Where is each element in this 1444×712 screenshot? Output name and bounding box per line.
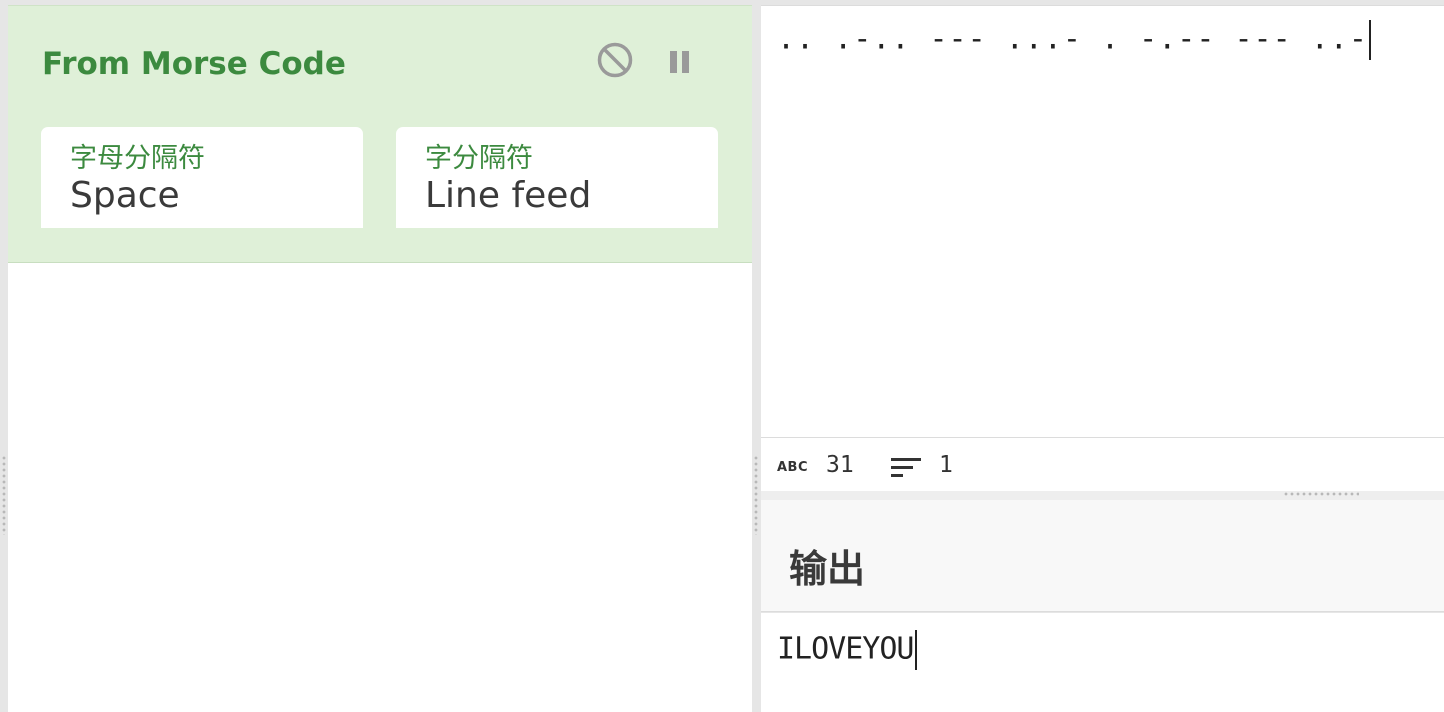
word-delimiter-field[interactable]: 字分隔符 Line feed — [396, 127, 718, 228]
output-text-content: ILOVEYOU — [777, 631, 914, 667]
input-status-bar: ABC 31 1 — [761, 437, 1444, 491]
operation-from-morse-code[interactable]: From Morse Code 字母分隔符 Space 字分隔符 Line fe… — [8, 5, 752, 263]
output-text[interactable]: ILOVEYOU — [777, 630, 917, 670]
input-length: 31 — [826, 452, 854, 478]
input-text[interactable]: .. .-.. --- ...- . -.-- --- ..- — [777, 20, 1371, 60]
word-delimiter-value[interactable]: Line feed — [425, 175, 591, 216]
disable-icon[interactable] — [595, 40, 635, 80]
letter-delimiter-label: 字母分隔符 — [70, 143, 205, 174]
output-caret — [914, 630, 917, 670]
letter-delimiter-value[interactable]: Space — [70, 175, 180, 216]
middle-resize-handle[interactable] — [753, 455, 759, 535]
output-header: 输出 — [761, 500, 1444, 612]
input-lines: 1 — [939, 452, 953, 478]
operation-title: From Morse Code — [42, 46, 346, 82]
recipe-pane: From Morse Code 字母分隔符 Space 字分隔符 Line fe… — [8, 0, 752, 712]
output-editor[interactable]: ILOVEYOU — [761, 613, 1444, 712]
io-divider[interactable] — [761, 491, 1444, 500]
word-delimiter-label: 字分隔符 — [425, 143, 533, 174]
input-text-content: .. .-.. --- ...- . -.-- --- ..- — [777, 21, 1368, 57]
io-resize-handle[interactable] — [1283, 491, 1359, 497]
pause-icon[interactable] — [663, 42, 703, 82]
output-title: 输出 — [789, 547, 866, 591]
letter-delimiter-field[interactable]: 字母分隔符 Space — [41, 127, 363, 228]
left-resize-handle[interactable] — [1, 455, 7, 535]
lines-icon — [891, 456, 923, 480]
input-caret — [1368, 20, 1371, 60]
abc-icon: ABC — [777, 460, 809, 475]
input-editor[interactable]: .. .-.. --- ...- . -.-- --- ..- — [761, 5, 1444, 437]
